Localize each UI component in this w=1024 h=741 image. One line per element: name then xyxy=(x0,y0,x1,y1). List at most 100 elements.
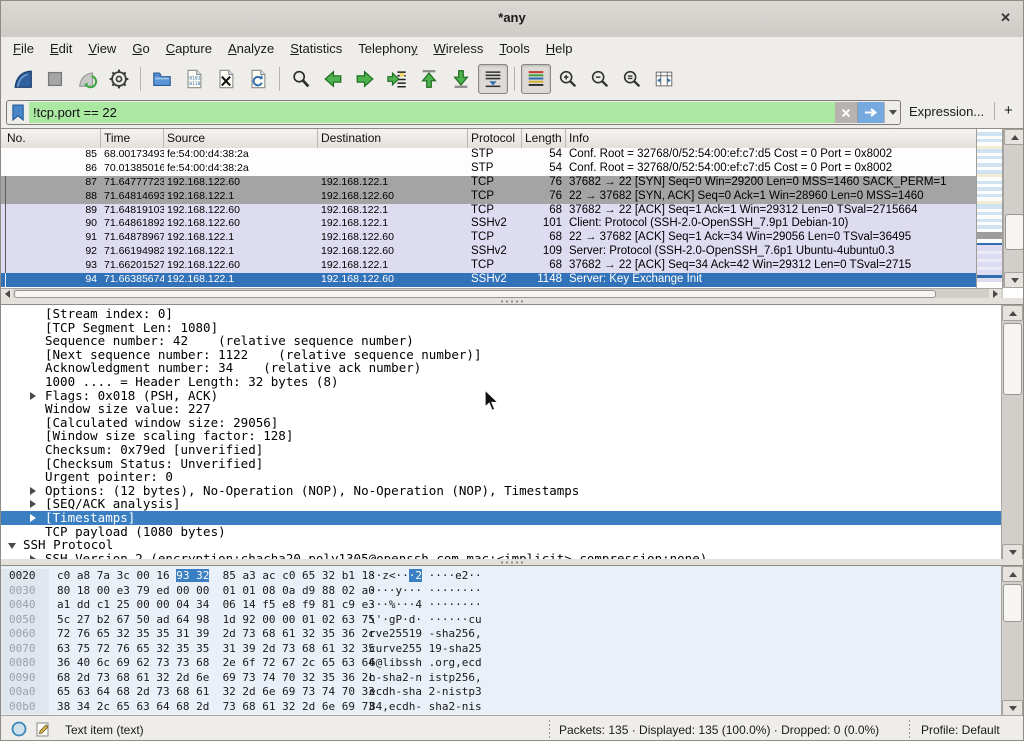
colorize-icon[interactable] xyxy=(521,64,551,94)
zoom-in-icon[interactable] xyxy=(553,64,583,94)
menu-item-help[interactable]: Help xyxy=(538,37,581,61)
packet-row-88[interactable]: 8871.648146932192.168.122.1192.168.122.6… xyxy=(1,190,976,204)
scroll-up-icon[interactable] xyxy=(1002,566,1023,582)
capture-start-icon[interactable] xyxy=(8,64,38,94)
detail-line[interactable]: SSH Protocol xyxy=(1,538,1005,552)
scroll-up-icon[interactable] xyxy=(1002,305,1023,321)
detail-line[interactable]: [Stream index: 0] xyxy=(1,307,1005,321)
hex-dump[interactable]: 0020c0 a8 7a 3c 00 16 93 32 85 a3 ac c0 … xyxy=(1,569,1005,714)
menu-item-statistics[interactable]: Statistics xyxy=(282,37,350,61)
hscrollbar-thumb[interactable] xyxy=(14,290,936,298)
packet-row-89[interactable]: 8971.648191037192.168.122.60192.168.122.… xyxy=(1,204,976,218)
expander-collapsed-icon[interactable] xyxy=(30,514,40,522)
detail-line[interactable]: [Window size scaling factor: 128] xyxy=(1,429,1005,443)
column-header-time[interactable]: Time xyxy=(101,129,164,148)
file-close-icon[interactable] xyxy=(211,64,241,94)
expander-collapsed-icon[interactable] xyxy=(30,487,40,495)
status-profile[interactable]: Profile: Default xyxy=(921,723,1000,737)
filter-clear-button[interactable] xyxy=(835,102,857,123)
hex-row-0050[interactable]: 00505c 27 b2 67 50 ad 64 98 1d 92 00 00 … xyxy=(1,613,1005,628)
file-save-icon[interactable]: 01010110 xyxy=(179,64,209,94)
go-first-icon[interactable] xyxy=(414,64,444,94)
packet-row-91[interactable]: 9171.648789678192.168.122.1192.168.122.6… xyxy=(1,231,976,245)
scrollbar-thumb[interactable] xyxy=(1003,323,1022,395)
scroll-down-icon[interactable] xyxy=(1002,700,1023,715)
menu-item-capture[interactable]: Capture xyxy=(158,37,220,61)
detail-line-selected[interactable]: [Timestamps] xyxy=(1,511,1005,525)
filter-bookmark-icon[interactable] xyxy=(7,102,29,123)
hex-row-0090[interactable]: 009068 2d 73 68 61 32 2d 6e 69 73 74 70 … xyxy=(1,671,1005,686)
scrollbar-thumb[interactable] xyxy=(1005,214,1024,250)
detail-line[interactable]: Flags: 0x018 (PSH, ACK) xyxy=(1,389,1005,403)
bytes-vscrollbar[interactable] xyxy=(1001,566,1023,715)
packet-row-90[interactable]: 9071.648618924192.168.122.60192.168.122.… xyxy=(1,217,976,231)
scrollbar-thumb[interactable] xyxy=(1003,584,1022,622)
go-back-icon[interactable] xyxy=(318,64,348,94)
detail-line[interactable]: Options: (12 bytes), No-Operation (NOP),… xyxy=(1,484,1005,498)
packet-list-minimap[interactable] xyxy=(976,129,1003,288)
hex-row-0070[interactable]: 007063 75 72 76 65 32 35 35 31 39 2d 73 … xyxy=(1,642,1005,657)
zoom-reset-icon[interactable] xyxy=(617,64,647,94)
detail-line[interactable]: Checksum: 0x79ed [unverified] xyxy=(1,443,1005,457)
column-header-length[interactable]: Length xyxy=(522,129,566,148)
menu-item-telephony[interactable]: Telephony xyxy=(350,37,425,61)
hex-row-0060[interactable]: 006072 76 65 32 35 35 31 39 2d 73 68 61 … xyxy=(1,627,1005,642)
auto-scroll-icon[interactable] xyxy=(478,64,508,94)
expander-collapsed-icon[interactable] xyxy=(30,500,40,508)
menu-item-tools[interactable]: Tools xyxy=(491,37,537,61)
capture-stop-icon[interactable] xyxy=(40,64,70,94)
hex-row-0080[interactable]: 008036 40 6c 69 62 73 73 68 2e 6f 72 67 … xyxy=(1,656,1005,671)
filter-history-dropdown[interactable] xyxy=(884,102,900,123)
detail-line[interactable]: 1000 .... = Header Length: 32 bytes (8) xyxy=(1,375,1005,389)
hex-row-0030[interactable]: 003080 18 00 e3 79 ed 00 00 01 01 08 0a … xyxy=(1,584,1005,599)
zoom-out-icon[interactable] xyxy=(585,64,615,94)
find-packet-icon[interactable] xyxy=(286,64,316,94)
detail-line[interactable]: Window size value: 227 xyxy=(1,402,1005,416)
detail-line[interactable]: Urgent pointer: 0 xyxy=(1,470,1005,484)
hex-row-00a0[interactable]: 00a065 63 64 68 2d 73 68 61 32 2d 6e 69 … xyxy=(1,685,1005,700)
column-header-protocol[interactable]: Protocol xyxy=(468,129,522,148)
packet-row-94[interactable]: 9471.663856741192.168.122.1192.168.122.6… xyxy=(1,273,976,287)
expander-collapsed-icon[interactable] xyxy=(30,392,40,400)
packet-row-86[interactable]: 8670.013850163fe:54:00:d4:38:2aSTP54Conf… xyxy=(1,162,976,176)
packet-row-87[interactable]: 8771.647777234192.168.122.60192.168.122.… xyxy=(1,176,976,190)
expert-info-icon[interactable] xyxy=(11,721,27,737)
menu-item-edit[interactable]: Edit xyxy=(42,37,80,61)
display-filter-field[interactable] xyxy=(6,100,901,125)
filter-apply-button[interactable] xyxy=(857,102,884,123)
packet-list-vscrollbar[interactable] xyxy=(1003,129,1024,288)
packet-row-92[interactable]: 9271.661949820192.168.122.1192.168.122.6… xyxy=(1,245,976,259)
go-to-packet-icon[interactable] xyxy=(382,64,412,94)
hex-row-00b0[interactable]: 00b038 34 2c 65 63 64 68 2d 73 68 61 32 … xyxy=(1,700,1005,715)
detail-line[interactable]: [Checksum Status: Unverified] xyxy=(1,457,1005,471)
scroll-up-icon[interactable] xyxy=(1004,129,1024,145)
hex-row-0040[interactable]: 0040a1 dd c1 25 00 00 04 34 06 14 f5 e8 … xyxy=(1,598,1005,613)
column-header-no[interactable]: No. xyxy=(1,129,101,148)
menu-item-go[interactable]: Go xyxy=(124,37,157,61)
menu-item-view[interactable]: View xyxy=(80,37,124,61)
details-vscrollbar[interactable] xyxy=(1001,305,1023,559)
detail-line[interactable]: Acknowledgment number: 34 (relative ack … xyxy=(1,361,1005,375)
file-reload-icon[interactable] xyxy=(243,64,273,94)
go-forward-icon[interactable] xyxy=(350,64,380,94)
detail-line[interactable]: [Calculated window size: 29056] xyxy=(1,416,1005,430)
detail-line[interactable]: TCP payload (1080 bytes) xyxy=(1,525,1005,539)
column-header-source[interactable]: Source xyxy=(164,129,318,148)
column-header-destination[interactable]: Destination xyxy=(318,129,468,148)
expression-button[interactable]: Expression... xyxy=(909,104,984,119)
go-last-icon[interactable] xyxy=(446,64,476,94)
window-close-button[interactable]: ✕ xyxy=(1000,10,1011,26)
scroll-down-icon[interactable] xyxy=(1002,544,1023,559)
capture-comment-icon[interactable] xyxy=(35,721,51,737)
menu-item-wireless[interactable]: Wireless xyxy=(426,37,492,61)
display-filter-input[interactable] xyxy=(29,102,835,123)
title-bar[interactable]: *any ✕ xyxy=(1,1,1023,38)
capture-options-icon[interactable] xyxy=(104,64,134,94)
resize-columns-icon[interactable] xyxy=(649,64,679,94)
capture-restart-icon[interactable] xyxy=(72,64,102,94)
add-filter-button[interactable]: + xyxy=(1004,102,1013,119)
packet-row-85[interactable]: 8568.001734936fe:54:00:d4:38:2aSTP54Conf… xyxy=(1,148,976,162)
menu-item-file[interactable]: File xyxy=(5,37,42,61)
detail-line[interactable]: SSH Version 2 (encryption:chacha20-poly1… xyxy=(1,552,1005,559)
scroll-down-icon[interactable] xyxy=(1004,272,1024,288)
